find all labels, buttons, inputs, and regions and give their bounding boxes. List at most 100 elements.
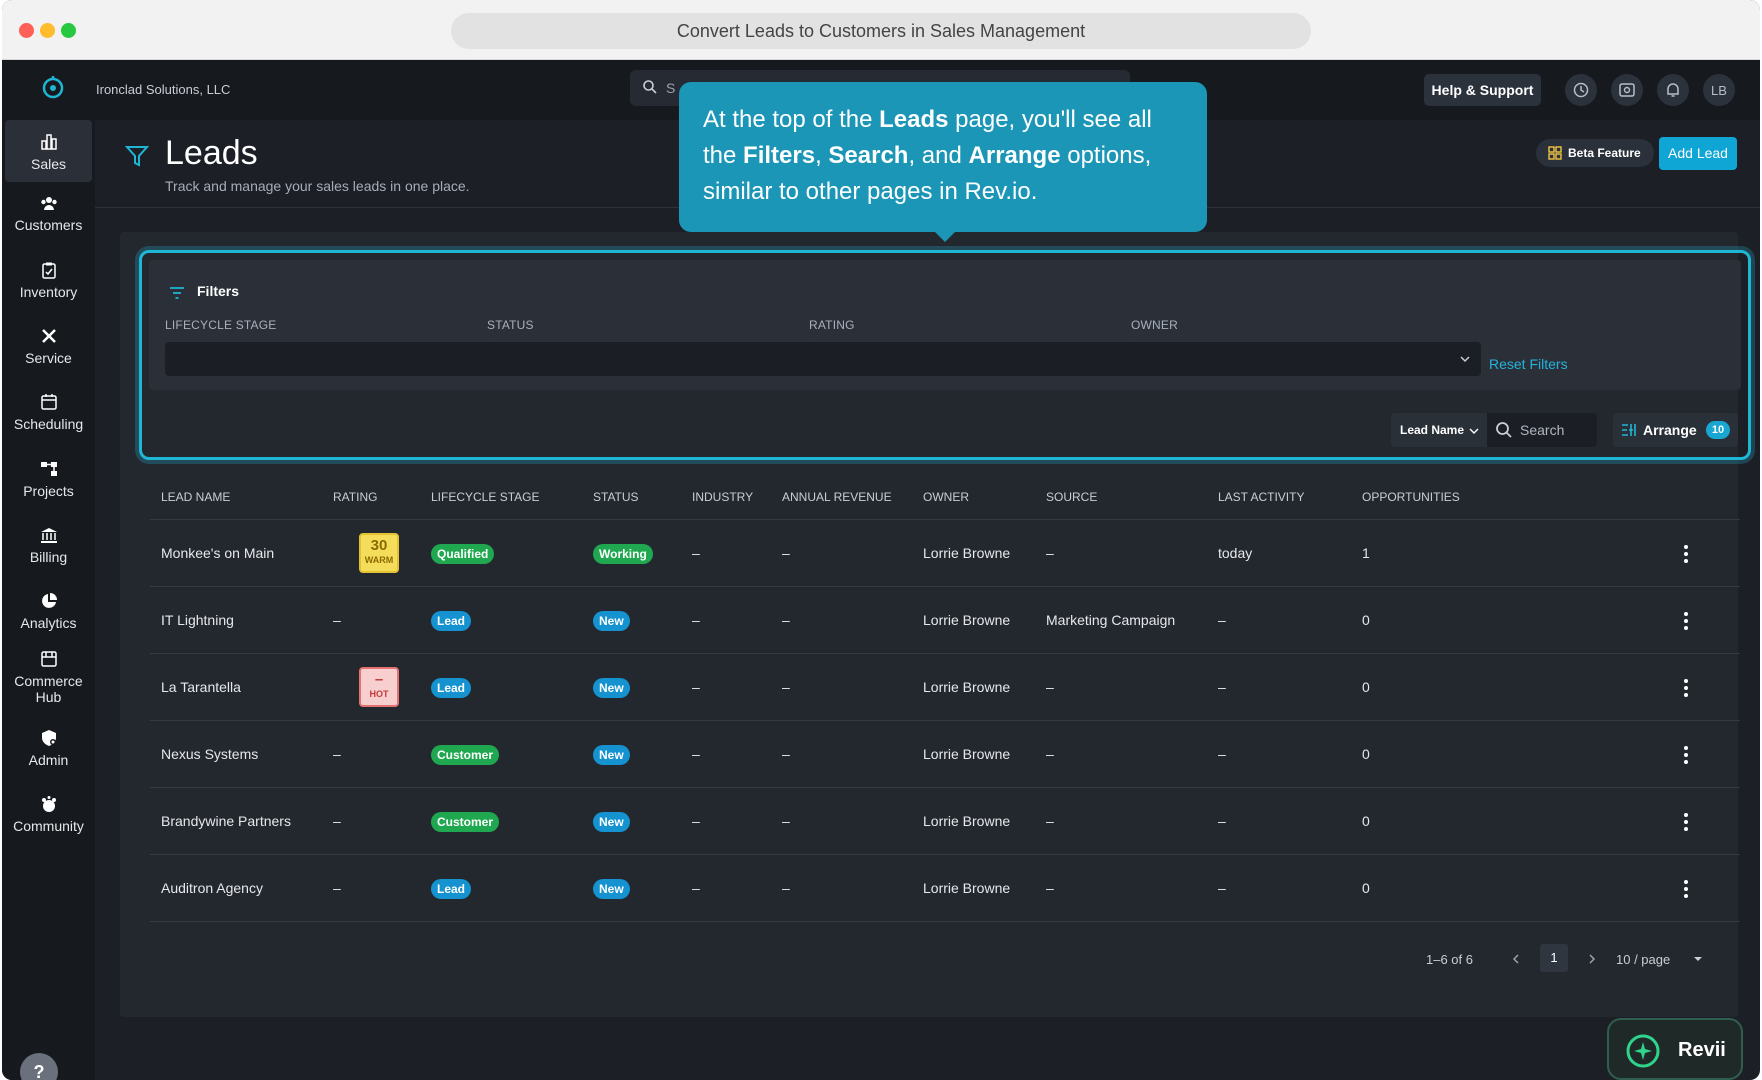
- opportunities-cell: 0: [1362, 746, 1370, 762]
- status-pill: New: [593, 879, 630, 899]
- history-button[interactable]: [1565, 74, 1597, 106]
- col-status[interactable]: STATUS: [593, 490, 639, 504]
- status-pill: New: [593, 812, 630, 832]
- lifecycle-stage-pill: Customer: [431, 745, 500, 765]
- kebab-menu-icon[interactable]: [1683, 678, 1689, 698]
- revio-logo-icon[interactable]: [40, 74, 66, 100]
- opportunities-cell: 0: [1362, 679, 1370, 695]
- sidebar-item-label: Commerce: [14, 673, 83, 689]
- col-industry[interactable]: INDUSTRY: [692, 490, 753, 504]
- sidebar-item-commerce-hub[interactable]: Commerce Hub: [2, 650, 95, 705]
- pagination-range: 1–6 of 6: [1426, 952, 1473, 967]
- beta-feature-button[interactable]: Beta Feature: [1536, 139, 1654, 167]
- sidebar-item-billing[interactable]: Billing: [2, 526, 95, 565]
- global-search-placeholder: S: [666, 80, 676, 96]
- kebab-menu-icon[interactable]: [1683, 544, 1689, 564]
- table-row[interactable]: Brandywine Partners – Customer New – – L…: [150, 788, 1740, 855]
- sidebar-item-analytics[interactable]: Analytics: [2, 592, 95, 631]
- revii-assistant-button[interactable]: Revii: [1607, 1018, 1743, 1080]
- add-lead-button[interactable]: Add Lead: [1659, 137, 1737, 170]
- table-row[interactable]: Auditron Agency – Lead New – – Lorrie Br…: [150, 855, 1740, 922]
- lead-name-cell[interactable]: Nexus Systems: [161, 746, 258, 762]
- rating-cell: –: [333, 880, 341, 896]
- col-lead-name[interactable]: LEAD NAME: [161, 490, 230, 504]
- table-row[interactable]: Monkee's on Main 30 WARM Qualified Worki…: [150, 520, 1740, 587]
- pagination-page-1[interactable]: 1: [1540, 944, 1568, 972]
- lead-name-cell[interactable]: Auditron Agency: [161, 880, 263, 896]
- screen-share-button[interactable]: [1611, 74, 1643, 106]
- sidebar-item-label: Customers: [14, 217, 83, 233]
- revenue-cell: –: [782, 679, 790, 695]
- sidebar-item-admin[interactable]: Admin: [2, 729, 95, 768]
- page-title: Leads: [165, 134, 258, 172]
- source-cell: –: [1046, 746, 1054, 762]
- lead-name-cell[interactable]: IT Lightning: [161, 612, 234, 628]
- rating-cell: –: [333, 612, 341, 628]
- sidebar-item-scheduling[interactable]: Scheduling: [2, 393, 95, 432]
- col-lifecycle-stage[interactable]: LIFECYCLE STAGE: [431, 490, 539, 504]
- lifecycle-stage-pill: Lead: [431, 879, 472, 899]
- minimize-window-button[interactable]: [40, 23, 55, 38]
- kebab-menu-icon[interactable]: [1683, 745, 1689, 765]
- lifecycle-stage-pill: Lead: [431, 678, 472, 698]
- owner-cell: Lorrie Browne: [923, 813, 1011, 829]
- col-source[interactable]: SOURCE: [1046, 490, 1097, 504]
- notifications-button[interactable]: [1657, 74, 1689, 106]
- rating-label: WARM: [364, 555, 394, 565]
- sidebar-item-service[interactable]: Service: [2, 327, 95, 366]
- lead-name-cell[interactable]: Brandywine Partners: [161, 813, 291, 829]
- maximize-window-button[interactable]: [61, 23, 76, 38]
- sidebar-item-sales[interactable]: Sales: [5, 120, 92, 182]
- industry-cell: –: [692, 813, 700, 829]
- revenue-cell: –: [782, 545, 790, 561]
- tooltip-text: At the top of the: [703, 106, 880, 133]
- kebab-menu-icon[interactable]: [1683, 879, 1689, 899]
- last-activity-cell: –: [1218, 679, 1226, 695]
- rating-badge-hot: – HOT: [359, 667, 399, 707]
- lead-name-cell[interactable]: La Tarantella: [161, 679, 241, 695]
- sidebar-item-customers[interactable]: Customers: [2, 194, 95, 233]
- table-row[interactable]: Nexus Systems – Customer New – – Lorrie …: [150, 721, 1740, 788]
- revenue-cell: –: [782, 612, 790, 628]
- sidebar-item-projects[interactable]: Projects: [2, 460, 95, 499]
- last-activity-cell: –: [1218, 612, 1226, 628]
- lifecycle-stage-pill: Qualified: [431, 544, 495, 564]
- col-rating[interactable]: RATING: [333, 490, 377, 504]
- user-avatar[interactable]: LB: [1703, 74, 1735, 106]
- app-window: Convert Leads to Customers in Sales Mana…: [2, 0, 1760, 1080]
- kebab-menu-icon[interactable]: [1683, 611, 1689, 631]
- page-subtitle: Track and manage your sales leads in one…: [165, 178, 470, 194]
- funnel-icon: [125, 146, 149, 167]
- tooltip-text: , and: [908, 142, 969, 169]
- owner-cell: Lorrie Browne: [923, 679, 1011, 695]
- col-last-activity[interactable]: LAST ACTIVITY: [1218, 490, 1304, 504]
- bank-icon: [40, 528, 57, 543]
- table-row[interactable]: IT Lightning – Lead New – – Lorrie Brown…: [150, 587, 1740, 654]
- col-owner[interactable]: OWNER: [923, 490, 969, 504]
- owner-cell: Lorrie Browne: [923, 746, 1011, 762]
- revenue-cell: –: [782, 746, 790, 762]
- community-icon: [41, 796, 56, 812]
- tooltip-bold: Arrange: [968, 142, 1061, 169]
- source-cell: –: [1046, 679, 1054, 695]
- sidebar-item-inventory[interactable]: Inventory: [2, 261, 95, 300]
- kebab-menu-icon[interactable]: [1683, 812, 1689, 832]
- caret-down-icon: [1694, 957, 1702, 961]
- chevron-right-icon[interactable]: [1586, 953, 1598, 965]
- lead-name-cell[interactable]: Monkee's on Main: [161, 545, 274, 561]
- tooltip-bold: Filters: [743, 142, 816, 169]
- col-opportunities[interactable]: OPPORTUNITIES: [1362, 490, 1460, 504]
- sidebar-item-community[interactable]: Community: [2, 795, 95, 834]
- store-icon: [40, 651, 57, 667]
- help-support-button[interactable]: Help & Support: [1424, 74, 1541, 106]
- close-window-button[interactable]: [19, 23, 34, 38]
- opportunities-cell: 1: [1362, 545, 1370, 561]
- rating-cell: –: [333, 813, 341, 829]
- table-row[interactable]: La Tarantella – HOT Lead New – – Lorrie …: [150, 654, 1740, 721]
- chevron-left-icon[interactable]: [1510, 953, 1522, 965]
- last-activity-cell: –: [1218, 813, 1226, 829]
- opportunities-cell: 0: [1362, 813, 1370, 829]
- per-page-select[interactable]: 10 / page: [1616, 952, 1670, 967]
- col-annual-revenue[interactable]: ANNUAL REVENUE: [782, 490, 892, 504]
- industry-cell: –: [692, 612, 700, 628]
